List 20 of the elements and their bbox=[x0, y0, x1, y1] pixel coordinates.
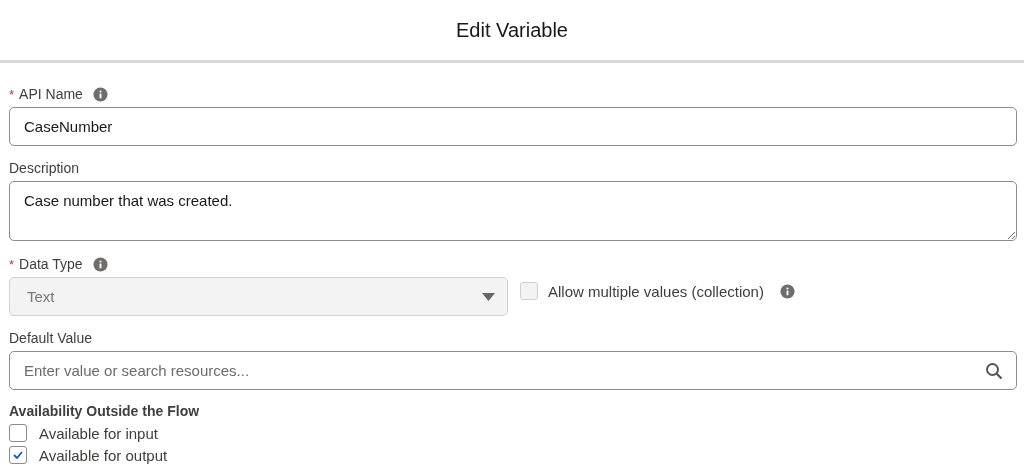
checkbox-label: Allow multiple values (collection) bbox=[548, 282, 764, 300]
checkbox[interactable] bbox=[9, 446, 27, 464]
checkmark-icon bbox=[13, 451, 23, 459]
dialog-title: Edit Variable bbox=[456, 18, 568, 42]
api-name-field[interactable]: CaseNumber bbox=[9, 107, 1017, 146]
dropdown-caret-icon bbox=[482, 292, 495, 301]
section-heading: Availability Outside the Flow bbox=[9, 403, 201, 419]
required-asterisk: * bbox=[9, 86, 15, 102]
search-icon bbox=[985, 362, 1003, 380]
checkbox-label: Available for input bbox=[39, 424, 158, 442]
field-label: API Name bbox=[19, 86, 83, 102]
required-asterisk: * bbox=[9, 256, 15, 272]
checkbox-label: Available for output bbox=[39, 446, 168, 464]
field-label: Description bbox=[9, 160, 80, 176]
field-label: Data Type bbox=[19, 256, 83, 272]
info-icon[interactable] bbox=[92, 86, 108, 102]
field-label: Default Value bbox=[9, 330, 92, 346]
description-field[interactable]: Case number that was created. bbox=[9, 181, 1017, 241]
checkbox[interactable] bbox=[9, 424, 27, 442]
default-value-field[interactable]: Enter value or search resources... bbox=[9, 351, 1017, 390]
